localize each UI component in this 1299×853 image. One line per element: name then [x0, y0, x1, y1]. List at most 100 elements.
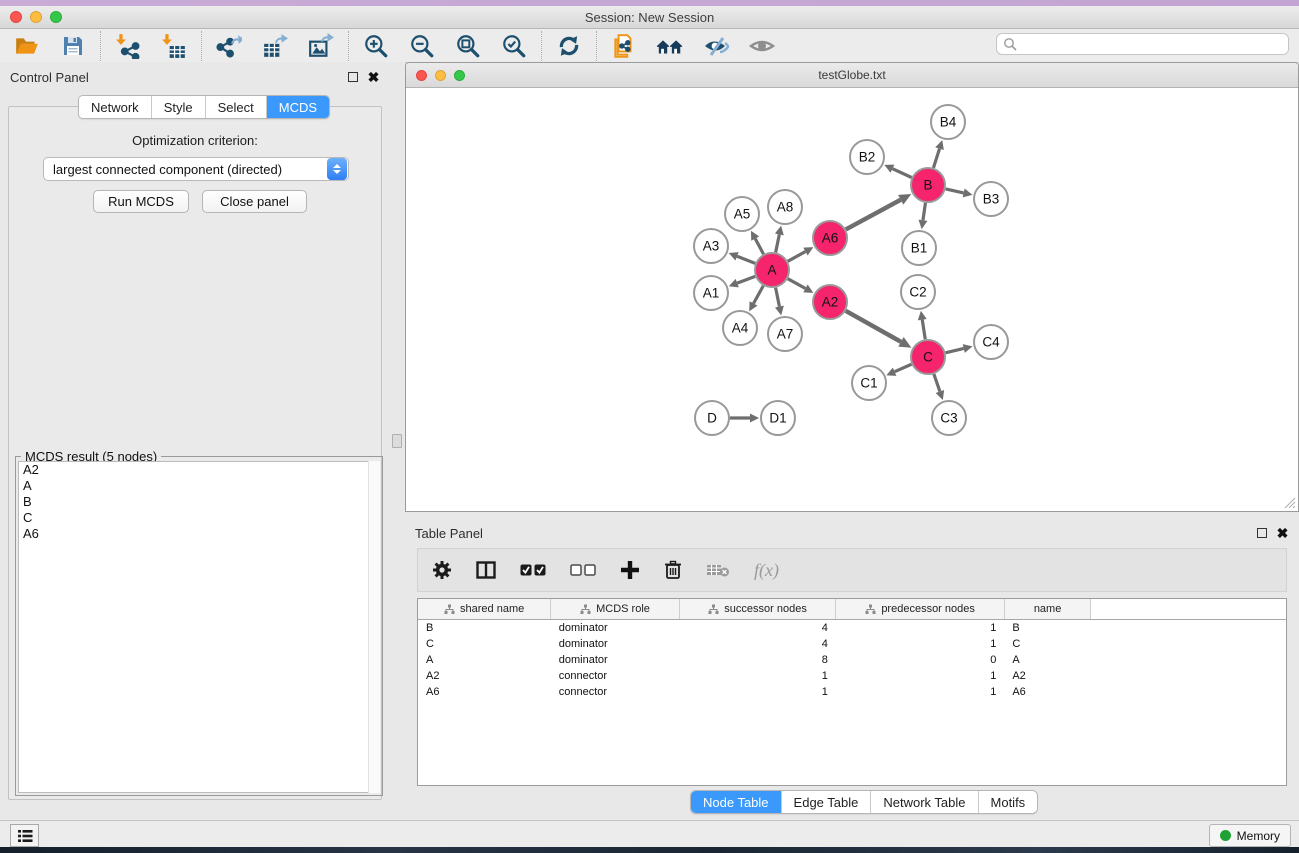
table-row[interactable]: Cdominator41C [418, 636, 1286, 652]
edge-B-B3[interactable] [946, 189, 964, 193]
splitter-handle[interactable] [392, 434, 402, 448]
search-input[interactable] [996, 33, 1289, 55]
close-panel-icon[interactable]: ✖ [367, 71, 380, 84]
table-cell[interactable]: B [1004, 620, 1090, 637]
run-mcds-button[interactable]: Run MCDS [93, 190, 189, 213]
edge-C-C1[interactable] [895, 364, 912, 371]
edge-A-A8[interactable] [776, 234, 780, 252]
edge-A-A5[interactable] [755, 239, 763, 254]
edge-A-A6[interactable] [788, 252, 806, 262]
edge-B-B4[interactable] [933, 149, 939, 168]
delete-column-icon[interactable] [664, 560, 682, 580]
edge-A-A7[interactable] [776, 288, 780, 307]
open-file-icon[interactable] [13, 32, 41, 60]
resize-grip-icon[interactable] [1283, 496, 1296, 509]
table-cell[interactable]: 1 [836, 684, 1004, 700]
table-cell[interactable]: 8 [679, 652, 836, 668]
criterion-dropdown[interactable]: largest connected component (directed) [43, 157, 349, 181]
table-row[interactable]: A2connector11A2 [418, 668, 1286, 684]
table-cell[interactable]: A6 [1004, 684, 1090, 700]
edge-B-B1[interactable] [923, 203, 925, 220]
show-all-icon[interactable] [748, 32, 776, 60]
column-layout-icon[interactable] [476, 560, 496, 580]
zoom-in-icon[interactable] [362, 32, 390, 60]
task-history-button[interactable] [10, 824, 39, 847]
table-cell[interactable]: C [1004, 636, 1090, 652]
table-cell[interactable]: A2 [418, 668, 551, 684]
tab-mcds[interactable]: MCDS [267, 96, 329, 118]
zoom-selected-icon[interactable] [500, 32, 528, 60]
export-network-icon[interactable] [215, 32, 243, 60]
edge-A-A1[interactable] [737, 276, 755, 283]
deselect-all-checkboxes-icon[interactable] [570, 563, 596, 577]
save-session-icon[interactable] [59, 32, 87, 60]
clone-network-icon[interactable] [610, 32, 638, 60]
table-cell[interactable]: 1 [836, 620, 1004, 637]
float-panel-icon[interactable] [346, 71, 359, 84]
edge-A-A4[interactable] [754, 286, 764, 304]
table-row[interactable]: Bdominator41B [418, 620, 1286, 637]
tab-node-table[interactable]: Node Table [691, 791, 782, 813]
settings-gear-icon[interactable] [432, 560, 452, 580]
column-header-MCDS-role[interactable]: MCDS role [551, 599, 680, 620]
edge-C-C2[interactable] [922, 320, 925, 340]
table-cell[interactable]: connector [551, 668, 680, 684]
tab-network[interactable]: Network [79, 96, 152, 118]
table-cell[interactable]: dominator [551, 620, 680, 637]
close-table-panel-icon[interactable]: ✖ [1276, 527, 1289, 540]
export-table-icon[interactable] [261, 32, 289, 60]
import-table-icon[interactable] [160, 32, 188, 60]
hide-selected-icon[interactable] [702, 32, 730, 60]
column-header-shared-name[interactable]: shared name [418, 599, 551, 620]
table-cell[interactable]: 1 [679, 684, 836, 700]
network-canvas[interactable]: B4B2BB3A5A8A6A3B1AA1C2A2A4A7C4CC1C3DD1 [407, 88, 1298, 511]
table-cell[interactable]: B [418, 620, 551, 637]
table-cell[interactable]: A2 [1004, 668, 1090, 684]
table-cell[interactable]: 1 [679, 668, 836, 684]
table-cell[interactable]: connector [551, 684, 680, 700]
float-table-panel-icon[interactable] [1255, 527, 1268, 540]
network-window-titlebar[interactable]: testGlobe.txt [406, 63, 1298, 88]
table-cell[interactable]: dominator [551, 652, 680, 668]
export-image-icon[interactable] [307, 32, 335, 60]
zoom-fit-icon[interactable] [454, 32, 482, 60]
add-column-icon[interactable] [620, 560, 640, 580]
column-header-successor-nodes[interactable]: successor nodes [679, 599, 836, 620]
mcds-result-list[interactable]: A2ABCA6 [18, 461, 380, 793]
table-cell[interactable]: A6 [418, 684, 551, 700]
table-cell[interactable]: A [1004, 652, 1090, 668]
import-network-icon[interactable] [114, 32, 142, 60]
edge-A-A3[interactable] [737, 256, 755, 263]
table-cell[interactable]: 4 [679, 620, 836, 637]
memory-button[interactable]: Memory [1209, 824, 1291, 847]
tab-style[interactable]: Style [152, 96, 206, 118]
vertical-splitter[interactable] [390, 62, 405, 820]
tab-network-table[interactable]: Network Table [871, 791, 978, 813]
result-scrollbar[interactable] [368, 461, 380, 793]
column-header-predecessor-nodes[interactable]: predecessor nodes [836, 599, 1004, 620]
table-cell[interactable]: C [418, 636, 551, 652]
table-cell[interactable]: 0 [836, 652, 1004, 668]
select-all-checkboxes-icon[interactable] [520, 563, 546, 577]
table-row[interactable]: Adominator80A [418, 652, 1286, 668]
tab-edge-table[interactable]: Edge Table [782, 791, 872, 813]
table-cell[interactable]: 4 [679, 636, 836, 652]
result-item[interactable]: B [19, 494, 379, 510]
tab-motifs[interactable]: Motifs [979, 791, 1038, 813]
refresh-icon[interactable] [555, 32, 583, 60]
table-cell[interactable]: A [418, 652, 551, 668]
zoom-out-icon[interactable] [408, 32, 436, 60]
first-neighbors-icon[interactable] [656, 32, 684, 60]
edge-C-C3[interactable] [934, 374, 940, 392]
result-item[interactable]: A6 [19, 526, 379, 542]
function-builder-icon[interactable]: f(x) [754, 560, 779, 581]
edge-A-A2[interactable] [788, 279, 806, 289]
table-row[interactable]: A6connector11A6 [418, 684, 1286, 700]
result-item[interactable]: A2 [19, 462, 379, 478]
edge-B-B2[interactable] [892, 169, 911, 178]
result-item[interactable]: C [19, 510, 379, 526]
column-header-name[interactable]: name [1004, 599, 1090, 620]
table-cell[interactable]: 1 [836, 636, 1004, 652]
edge-A6-B[interactable] [846, 200, 901, 230]
node-table[interactable]: shared nameMCDS rolesuccessor nodesprede… [417, 598, 1287, 786]
